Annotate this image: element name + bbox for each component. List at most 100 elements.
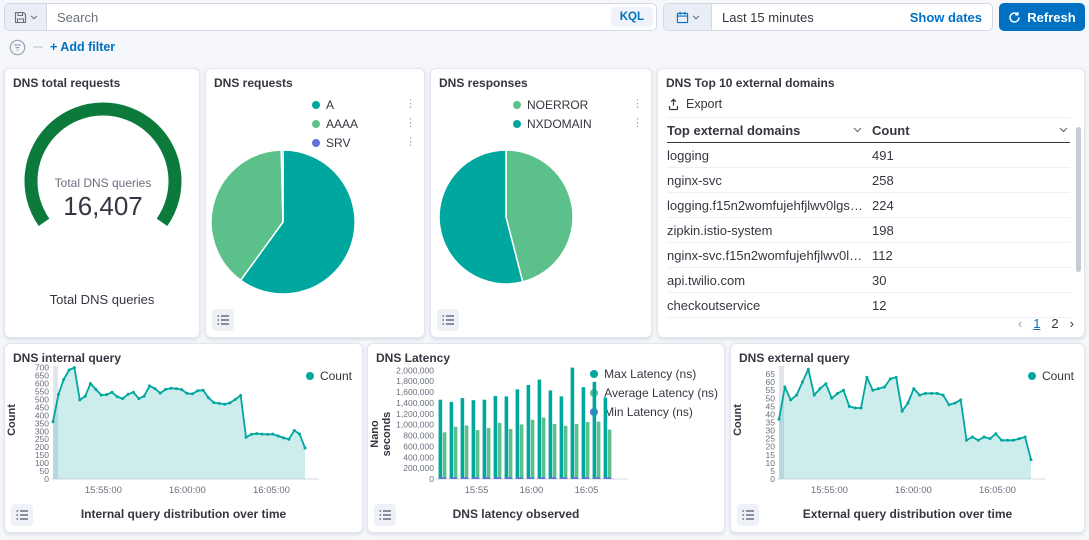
legend-toggle-button[interactable] (437, 309, 459, 331)
legend-menu-icon[interactable]: ⋮ (391, 137, 416, 148)
add-filter-button[interactable]: + Add filter (50, 40, 115, 54)
table-row: logging.f15n2womfujehfjlwv0lgs3nog....22… (667, 193, 1070, 218)
refresh-icon (1008, 11, 1021, 24)
chart-subtitle: External query distribution over time (731, 507, 1084, 521)
legend-toggle-button[interactable] (212, 309, 234, 331)
svg-text:16:05: 16:05 (575, 485, 599, 496)
area-chart[interactable]: 0501001502002503003504004505005506006507… (19, 360, 329, 510)
chevron-down-icon (692, 15, 700, 20)
chart-subtitle: DNS latency observed (368, 507, 664, 521)
legend-menu-icon[interactable]: ⋮ (618, 118, 643, 129)
top-bar: KQL Last 15 minutes Show dates Refresh (4, 3, 1085, 31)
legend-label: AAAA (326, 117, 358, 131)
search-input[interactable] (47, 4, 608, 30)
table-row: checkoutservice12 (667, 293, 1070, 318)
gauge-caption: Total DNS queries (5, 292, 199, 307)
column-header-domains[interactable]: Top external domains (667, 123, 872, 138)
refresh-button[interactable]: Refresh (999, 3, 1085, 31)
legend-label: NOERROR (527, 98, 588, 112)
area-chart[interactable]: 0510152025303540455055606515:55:0016:00:… (745, 360, 1055, 510)
legend-dot-icon (513, 101, 521, 109)
legend: A⋮AAAA⋮SRV⋮ (312, 95, 416, 152)
panel-dns-internal-query: DNS internal query Count Count 050100150… (4, 343, 363, 533)
date-quick-select-button[interactable] (664, 4, 712, 30)
svg-text:16:05:00: 16:05:00 (979, 485, 1016, 496)
svg-text:15:55:00: 15:55:00 (85, 485, 122, 496)
cell-domain: logging (667, 148, 872, 163)
svg-text:800,000: 800,000 (403, 431, 434, 441)
cell-count: 12 (872, 298, 1070, 313)
legend-item[interactable]: AAAA ⋮ (312, 114, 416, 133)
legend-dot-icon (513, 120, 521, 128)
svg-text:2,000,000: 2,000,000 (396, 365, 434, 375)
pie-chart[interactable] (208, 147, 358, 297)
cell-domain: zipkin.istio-system (667, 223, 872, 238)
date-picker: Last 15 minutes Show dates (663, 3, 993, 31)
pie-chart[interactable] (436, 147, 576, 287)
kql-button[interactable]: KQL (611, 7, 653, 27)
legend-item[interactable]: NXDOMAIN⋮ (513, 114, 643, 133)
legend-menu-icon[interactable]: ⋮ (391, 99, 416, 110)
list-icon (379, 509, 392, 521)
pagination-page-2[interactable]: 2 (1051, 316, 1058, 331)
export-icon (667, 98, 680, 111)
gauge-chart[interactable]: Total DNS queries 16,407 (8, 89, 198, 249)
cell-count: 491 (872, 148, 1070, 163)
svg-text:16:05:00: 16:05:00 (253, 485, 290, 496)
list-icon (217, 314, 230, 326)
cell-domain: checkoutservice (667, 298, 872, 313)
pagination-next-icon[interactable]: › (1070, 316, 1074, 331)
panel-title: DNS responses (439, 76, 528, 90)
gauge-value: 16,407 (63, 191, 143, 221)
legend-item[interactable]: NOERROR ⋮ (513, 95, 643, 114)
filter-bar: + Add filter (9, 38, 115, 56)
panel-dns-responses: DNS responses NOERROR⋮NXDOMAIN⋮ (430, 68, 652, 338)
saved-query-menu-button[interactable] (5, 4, 47, 30)
chevron-down-icon (30, 15, 38, 20)
column-label: Count (872, 123, 910, 138)
export-button[interactable]: Export (667, 97, 722, 111)
panel-dns-top-external-domains: DNS Top 10 external domains Export Top e… (657, 68, 1085, 338)
pagination: ‹ 1 2 › (1018, 316, 1074, 331)
table-row: api.twilio.com30 (667, 268, 1070, 293)
legend-menu-icon[interactable]: ⋮ (391, 118, 416, 129)
scrollbar-thumb[interactable] (1076, 127, 1081, 272)
cell-count: 224 (872, 198, 1070, 213)
svg-text:400,000: 400,000 (403, 452, 434, 462)
filter-drop-target (33, 46, 43, 48)
panel-dns-requests: DNS requests A⋮AAAA⋮SRV⋮ (205, 68, 425, 338)
legend-item[interactable]: A⋮ (312, 95, 416, 114)
bar-chart[interactable]: 0200,000400,000600,000800,0001,000,0001,… (382, 360, 632, 510)
search-bar: KQL (4, 3, 657, 31)
svg-text:16:00: 16:00 (520, 485, 544, 496)
legend-label: A (326, 98, 334, 112)
svg-text:1,400,000: 1,400,000 (396, 398, 434, 408)
calendar-icon (676, 11, 689, 24)
legend-toggle-button[interactable] (11, 504, 33, 526)
svg-text:1,800,000: 1,800,000 (396, 376, 434, 386)
legend-toggle-button[interactable] (737, 504, 759, 526)
legend-menu-icon[interactable]: ⋮ (618, 99, 643, 110)
y-axis-label: Count (732, 385, 744, 455)
svg-text:65: 65 (766, 369, 776, 379)
time-range-value[interactable]: Last 15 minutes (712, 4, 910, 30)
column-header-count[interactable]: Count (872, 123, 1070, 138)
pagination-prev-icon[interactable]: ‹ (1018, 316, 1022, 331)
refresh-label: Refresh (1027, 10, 1075, 25)
show-dates-button[interactable]: Show dates (910, 4, 992, 30)
svg-text:16:00:00: 16:00:00 (895, 485, 932, 496)
panel-title: DNS requests (214, 76, 293, 90)
column-label: Top external domains (667, 123, 800, 138)
svg-text:700: 700 (35, 363, 49, 373)
svg-text:200,000: 200,000 (403, 463, 434, 473)
domains-table: Top external domains Count logging491ngi… (667, 117, 1070, 318)
pagination-page-1[interactable]: 1 (1033, 316, 1040, 331)
legend-toggle-button[interactable] (374, 504, 396, 526)
filter-icon[interactable] (9, 39, 26, 56)
cell-domain: api.twilio.com (667, 273, 872, 288)
sort-chevron-icon (1059, 127, 1068, 133)
panel-dns-external-query: DNS external query Count Count 051015202… (730, 343, 1085, 533)
legend-dot-icon (312, 139, 320, 147)
table-row: logging491 (667, 143, 1070, 168)
legend-dot-icon (312, 120, 320, 128)
